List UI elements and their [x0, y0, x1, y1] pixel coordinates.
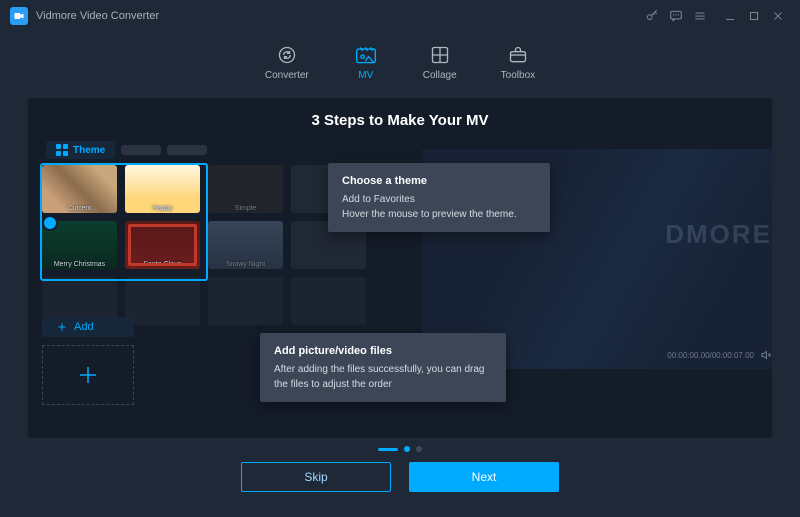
- theme-caption: Simple: [235, 205, 256, 212]
- menu-icon[interactable]: [688, 4, 712, 28]
- callout-body: After adding the files successfully, you…: [274, 362, 492, 392]
- nav-converter[interactable]: Converter: [265, 44, 309, 81]
- theme-current[interactable]: Current: [42, 165, 117, 213]
- feedback-icon[interactable]: [664, 4, 688, 28]
- onboarding-panel: 3 Steps to Make Your MV Theme Current Ha…: [28, 98, 772, 438]
- add-button[interactable]: Add: [42, 317, 134, 337]
- titlebar: Vidmore Video Converter: [0, 0, 800, 32]
- minimize-icon[interactable]: [718, 4, 742, 28]
- add-button-label: Add: [74, 321, 94, 333]
- converter-icon: [274, 44, 300, 66]
- close-icon[interactable]: [766, 4, 790, 28]
- plus-icon: [56, 321, 68, 333]
- tab-placeholder[interactable]: [167, 145, 207, 155]
- tab-placeholder[interactable]: [121, 145, 161, 155]
- theme-caption: Santa Claus: [143, 261, 181, 268]
- theme-extra[interactable]: [291, 277, 366, 325]
- theme-simple[interactable]: Simple: [208, 165, 283, 213]
- next-button[interactable]: Next: [409, 462, 559, 492]
- maximize-icon[interactable]: [742, 4, 766, 28]
- nav-collage[interactable]: Collage: [423, 44, 457, 81]
- collage-icon: [427, 44, 453, 66]
- panel-content: Theme Current Happy Simple Merry Christm…: [28, 139, 772, 419]
- theme-extra[interactable]: [125, 277, 200, 325]
- nav-label: MV: [358, 70, 373, 81]
- preview-timebar: 00:00:00.00/00:00:07.00: [667, 349, 772, 361]
- theme-caption: Happy: [152, 205, 172, 212]
- theme-caption: Merry Christmas: [54, 261, 105, 268]
- step-dot: [416, 446, 422, 452]
- mv-icon: [353, 44, 379, 66]
- theme-caption: Current: [68, 205, 91, 212]
- tab-theme[interactable]: Theme: [46, 141, 115, 159]
- nav-label: Converter: [265, 70, 309, 81]
- watermark: DMORE: [665, 219, 772, 250]
- callout-add-files: Add picture/video files After adding the…: [260, 333, 506, 402]
- callout-line: Add to Favorites: [342, 192, 536, 207]
- nav-toolbox[interactable]: Toolbox: [501, 44, 535, 81]
- dropzone[interactable]: [42, 345, 134, 405]
- theme-snowy-night[interactable]: Snowy Night: [208, 221, 283, 269]
- tab-theme-label: Theme: [73, 145, 105, 156]
- theme-santa-claus[interactable]: Santa Claus: [125, 221, 200, 269]
- step-dot-active: [378, 448, 398, 451]
- footer-buttons: Skip Next: [0, 462, 800, 492]
- button-label: Next: [472, 470, 497, 484]
- callout-title: Add picture/video files: [274, 343, 492, 360]
- preview-time: 00:00:00.00/00:00:07.00: [667, 351, 754, 360]
- theme-caption: Snowy Night: [226, 261, 265, 268]
- add-section: Add: [42, 317, 134, 405]
- plus-icon: [76, 363, 100, 387]
- toolbox-icon: [505, 44, 531, 66]
- skip-button[interactable]: Skip: [241, 462, 391, 492]
- theme-extra[interactable]: [208, 277, 283, 325]
- key-icon[interactable]: [640, 4, 664, 28]
- callout-title: Choose a theme: [342, 173, 536, 190]
- nav-label: Collage: [423, 70, 457, 81]
- nav-label: Toolbox: [501, 70, 535, 81]
- step-indicator: [0, 446, 800, 452]
- callout-line: Hover the mouse to preview the theme.: [342, 207, 536, 222]
- app-logo: [10, 7, 28, 25]
- mute-icon[interactable]: [760, 349, 772, 361]
- main-nav: Converter MV Collage Toolbox: [0, 32, 800, 92]
- grid-icon: [56, 144, 68, 156]
- theme-happy[interactable]: Happy: [125, 165, 200, 213]
- selected-badge-icon: [42, 215, 58, 231]
- nav-mv[interactable]: MV: [353, 44, 379, 81]
- panel-heading: 3 Steps to Make Your MV: [28, 98, 772, 139]
- app-title: Vidmore Video Converter: [36, 10, 159, 22]
- step-dot: [404, 446, 410, 452]
- callout-choose-theme: Choose a theme Add to Favorites Hover th…: [328, 163, 550, 232]
- button-label: Skip: [304, 470, 327, 484]
